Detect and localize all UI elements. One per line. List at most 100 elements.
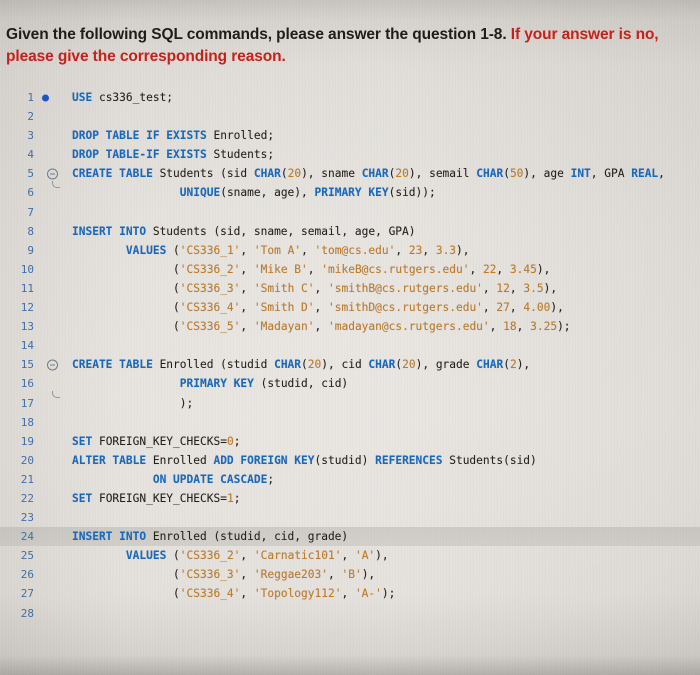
code-text[interactable]: ('CS336_3', 'Reggae203', 'B'),	[72, 565, 700, 584]
token-id: ,	[240, 587, 254, 601]
token-id: ), sname	[301, 167, 362, 181]
code-line-18[interactable]: 18	[0, 413, 700, 432]
code-text[interactable]: ALTER TABLE Enrolled ADD FOREIGN KEY(stu…	[72, 451, 700, 470]
code-text[interactable]: ('CS336_4', 'Topology112', 'A-');	[72, 584, 700, 603]
code-line-20[interactable]: 20 ALTER TABLE Enrolled ADD FOREIGN KEY(s…	[0, 451, 700, 470]
code-text[interactable]: UNIQUE(sname, age), PRIMARY KEY(sid));	[72, 183, 700, 202]
fold-collapse-icon[interactable]	[47, 359, 58, 371]
token-kw: CHAR	[274, 358, 302, 372]
code-text[interactable]: );	[72, 394, 700, 413]
code-text[interactable]: DROP TABLE IF EXISTS Enrolled;	[72, 126, 700, 145]
token-lit: 'Mike B'	[253, 262, 308, 276]
code-line-9[interactable]: 9 VALUES ('CS336_1', 'Tom A', 'tom@cs.ed…	[0, 241, 700, 260]
code-text[interactable]: SET FOREIGN_KEY_CHECKS=1;	[72, 489, 700, 508]
token-lit: 4.00	[523, 301, 551, 315]
code-line-8[interactable]: 8 INSERT INTO Students (sid, sname, semai…	[0, 222, 700, 241]
token-lit: 'A-'	[354, 587, 382, 601]
code-text[interactable]: PRIMARY KEY (studid, cid)	[72, 374, 700, 393]
code-line-24[interactable]: 24 INSERT INTO Enrolled (studid, cid, gra…	[0, 527, 700, 547]
token-id: ,	[327, 568, 342, 582]
code-line-17[interactable]: 17 );	[0, 391, 700, 413]
line-number: 15	[20, 358, 34, 372]
breakpoint-dot-icon[interactable]	[42, 94, 49, 102]
code-line-14[interactable]: 14	[0, 336, 700, 355]
fold-region-end-icon	[52, 181, 60, 189]
sql-code-editor[interactable]: 1 USE cs336_test; 2 3 DROP TABLE IF EXISTS E…	[0, 88, 700, 623]
line-number: 24	[20, 530, 34, 544]
token-id: (	[280, 167, 288, 181]
code-text[interactable]: VALUES ('CS336_1', 'Tom A', 'tom@cs.edu'…	[72, 241, 700, 260]
token-kw: SET	[72, 434, 93, 448]
code-text[interactable]: CREATE TABLE Students (sid CHAR(20), sna…	[72, 164, 700, 183]
code-text[interactable]: CREATE TABLE Enrolled (studid CHAR(20), …	[72, 355, 700, 374]
token-lit: 22	[482, 262, 497, 276]
code-line-28[interactable]: 28	[0, 604, 700, 623]
code-line-21[interactable]: 21 ON UPDATE CASCADE;	[0, 470, 700, 489]
code-text[interactable]: INSERT INTO Students (sid, sname, semail…	[72, 222, 700, 241]
code-line-2[interactable]: 2	[0, 107, 700, 126]
line-number: 3	[27, 129, 34, 143]
code-line-26[interactable]: 26 ('CS336_3', 'Reggae203', 'B'),	[0, 565, 700, 584]
token-lit: 'B'	[341, 568, 362, 582]
code-text[interactable]: INSERT INTO Enrolled (studid, cid, grade…	[72, 527, 700, 546]
code-line-4[interactable]: 4 DROP TABLE-IF EXISTS Students;	[0, 145, 700, 164]
code-line-11[interactable]: 11 ('CS336_3', 'Smith C', 'smithB@cs.rut…	[0, 279, 700, 298]
token-id: Enrolled;	[206, 129, 275, 143]
code-line-3[interactable]: 3 DROP TABLE IF EXISTS Enrolled;	[0, 126, 700, 145]
token-id	[72, 186, 180, 199]
token-id: FOREIGN_KEY_CHECKS=	[92, 491, 227, 505]
line-number: 8	[27, 224, 34, 238]
token-id: ,	[469, 262, 483, 276]
token-kw: USE	[72, 91, 93, 104]
token-lit: 'mikeB@cs.rutgers.edu'	[321, 262, 470, 276]
code-text[interactable]: USE cs336_test;	[72, 88, 700, 107]
token-lit: 20	[287, 167, 302, 181]
code-line-10[interactable]: 10 ('CS336_2', 'Mike B', 'mikeB@cs.rutge…	[0, 260, 700, 279]
code-line-27[interactable]: 27 ('CS336_4', 'Topology112', 'A-');	[0, 584, 700, 603]
token-id: ,	[496, 262, 510, 276]
photographed-screen: Given the following SQL commands, please…	[0, 0, 700, 675]
token-id: ,	[341, 549, 355, 563]
code-line-6[interactable]: 6 UNIQUE(sname, age), PRIMARY KEY(sid));	[0, 181, 700, 202]
code-line-25[interactable]: 25 VALUES ('CS336_2', 'Carnatic101', 'A'…	[0, 546, 700, 565]
code-line-1[interactable]: 1 USE cs336_test;	[0, 88, 700, 107]
token-kw: SET	[72, 491, 93, 505]
code-text[interactable]: SET FOREIGN_KEY_CHECKS=0;	[72, 432, 700, 451]
token-lit: 1	[226, 491, 234, 505]
token-id: ), age	[523, 167, 571, 181]
code-line-7[interactable]: 7	[0, 203, 700, 222]
token-id: ),	[361, 568, 376, 582]
token-id: (sid));	[388, 186, 436, 200]
code-text[interactable]: ('CS336_2', 'Mike B', 'mikeB@cs.rutgers.…	[72, 260, 700, 279]
token-kw: VALUES	[125, 243, 167, 257]
token-id: ),	[550, 301, 564, 315]
code-line-19[interactable]: 19 SET FOREIGN_KEY_CHECKS=0;	[0, 432, 700, 451]
code-text[interactable]: ('CS336_4', 'Smith D', 'smithD@cs.rutger…	[72, 298, 700, 317]
code-text[interactable]: ON UPDATE CASCADE;	[72, 470, 700, 489]
token-lit: 23	[408, 243, 423, 257]
line-number: 2	[27, 110, 34, 124]
fold-collapse-icon[interactable]	[47, 168, 58, 180]
token-id: (	[72, 587, 180, 601]
code-text[interactable]: ('CS336_3', 'Smith C', 'smithB@cs.rutger…	[72, 279, 700, 298]
code-line-12[interactable]: 12 ('CS336_4', 'Smith D', 'smithD@cs.rut…	[0, 298, 700, 317]
code-line-16[interactable]: 16 PRIMARY KEY (studid, cid)	[0, 374, 700, 393]
token-id: (	[166, 549, 180, 563]
token-lit: 3.45	[509, 262, 537, 276]
code-text[interactable]: ('CS336_5', 'Madayan', 'madayan@cs.rutge…	[72, 317, 700, 336]
token-lit: 'Topology112'	[253, 587, 342, 601]
token-id: ), semail	[408, 167, 477, 181]
code-line-5[interactable]: 5 CREATE TABLE Students (sid CHAR(20), sn…	[0, 164, 700, 183]
token-lit: 12	[496, 281, 510, 295]
code-text[interactable]: VALUES ('CS336_2', 'Carnatic101', 'A'),	[72, 546, 700, 565]
token-id: (sname, age),	[220, 186, 315, 200]
code-text[interactable]: DROP TABLE-IF EXISTS Students;	[72, 145, 700, 164]
token-id: ,	[482, 301, 497, 315]
token-kw: ADD FOREIGN KEY	[213, 453, 315, 467]
code-line-22[interactable]: 22 SET FOREIGN_KEY_CHECKS=1;	[0, 489, 700, 508]
code-line-15[interactable]: 15 CREATE TABLE Enrolled (studid CHAR(20)…	[0, 355, 700, 374]
code-line-23[interactable]: 23	[0, 508, 700, 527]
token-kw: CHAR	[368, 358, 396, 372]
token-id: (	[72, 320, 180, 334]
code-line-13[interactable]: 13 ('CS336_5', 'Madayan', 'madayan@cs.ru…	[0, 317, 700, 336]
